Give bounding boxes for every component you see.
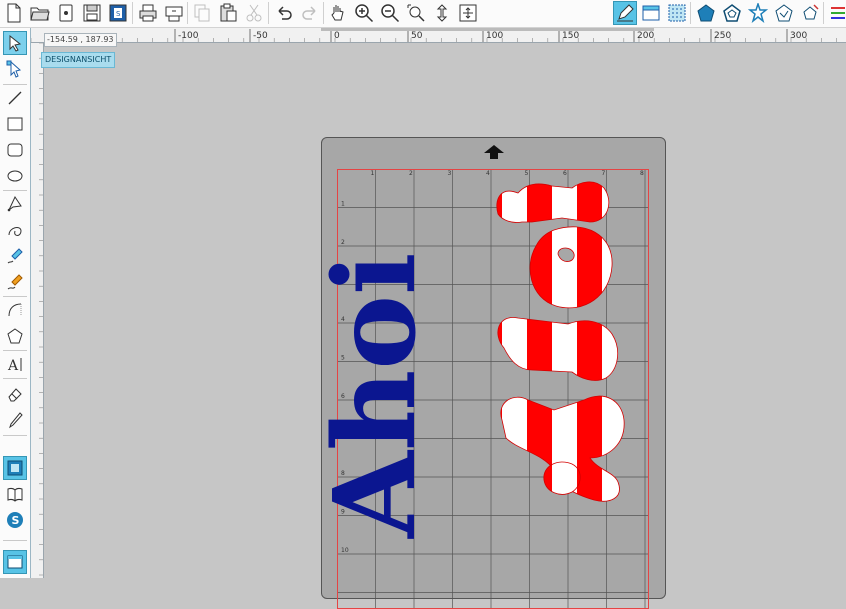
open-folder-icon[interactable] [28,1,52,25]
pan-hand-icon[interactable] [326,1,350,25]
menu-lines-icon[interactable] [826,1,846,25]
zoom-in-icon[interactable] [352,1,376,25]
trace-icon[interactable] [772,1,796,25]
undo-icon[interactable] [272,1,296,25]
text-tool-icon[interactable]: A [3,352,27,376]
zoom-drag-icon[interactable] [430,1,454,25]
vertical-ruler [31,43,44,578]
send-to-cutter-icon[interactable] [162,1,186,25]
zoom-selection-icon[interactable] [404,1,428,25]
ruler-label: 100 [486,31,503,41]
line-panel-icon[interactable] [720,1,744,25]
cursor-coordinates: -154.59 , 187.93 [44,33,117,47]
ruler-label: 250 [714,31,731,41]
zoom-out-icon[interactable] [378,1,402,25]
save-icon[interactable] [80,1,104,25]
line-style-icon[interactable] [746,1,770,25]
polygon-tool-icon[interactable] [3,192,27,216]
paste-icon[interactable] [216,1,240,25]
design-page-icon[interactable] [3,456,27,480]
svg-text:S: S [116,10,121,18]
select-tool-icon[interactable] [3,31,27,55]
arc-tool-icon[interactable] [3,298,27,322]
ruler-label: 0 [334,31,340,41]
print-icon[interactable] [136,1,160,25]
redo-icon[interactable] [298,1,322,25]
smooth-freehand-icon[interactable] [3,270,27,294]
ruler-label: 200 [637,31,654,41]
svg-text:A: A [7,358,19,373]
panel-toggle-icon[interactable] [3,550,27,574]
freehand-tool-icon[interactable] [3,244,27,268]
store-logo-icon[interactable]: S [3,508,27,532]
fill-panel-icon[interactable] [694,1,718,25]
rectangle-tool-icon[interactable] [3,112,27,136]
regular-polygon-icon[interactable] [3,324,27,348]
ruler-label: 50 [411,31,423,41]
ruler-label: 150 [562,31,579,41]
copy-icon[interactable] [190,1,214,25]
ruler-label: -100 [178,31,199,41]
svg-text:S: S [12,514,20,527]
ruler-label: 300 [790,31,807,41]
rounded-rectangle-tool-icon[interactable] [3,138,27,162]
left-tool-panel: A S [0,28,31,578]
ellipse-tool-icon[interactable] [3,164,27,188]
line-tool-icon[interactable] [3,86,27,110]
svg-text:Ahoi: Ahoi [322,252,441,539]
edit-points-icon[interactable] [3,57,27,81]
ahoi-outline-striped[interactable] [496,181,625,502]
eraser-tool-icon[interactable] [3,382,27,406]
ahoi-blue-text[interactable]: Ahoi [322,252,441,539]
new-document-icon[interactable] [2,1,26,25]
design-view-icon[interactable] [613,1,637,25]
fit-to-page-icon[interactable] [456,1,480,25]
cut-settings-icon[interactable] [665,1,689,25]
main-toolbar: S [0,0,846,28]
cutting-mat: 1 2 3 4 5 6 7 8 9 10 1 2 3 4 5 6 7 8 Ahoi [321,137,666,609]
offset-icon[interactable] [798,1,822,25]
open-library-icon[interactable] [54,1,78,25]
cut-scissors-icon[interactable] [242,1,266,25]
horizontal-ruler: -100 -50 0 50 100 150 200 250 300 [31,28,846,43]
save-library-icon[interactable]: S [106,1,130,25]
curve-tool-icon[interactable] [3,218,27,242]
design-view-label: DESIGNANSICHT [41,52,116,68]
page-setup-icon[interactable] [639,1,663,25]
knife-tool-icon[interactable] [3,408,27,432]
ruler-label: -50 [253,31,268,41]
library-book-icon[interactable] [3,482,27,506]
design-canvas[interactable]: Ahoi [322,138,665,598]
